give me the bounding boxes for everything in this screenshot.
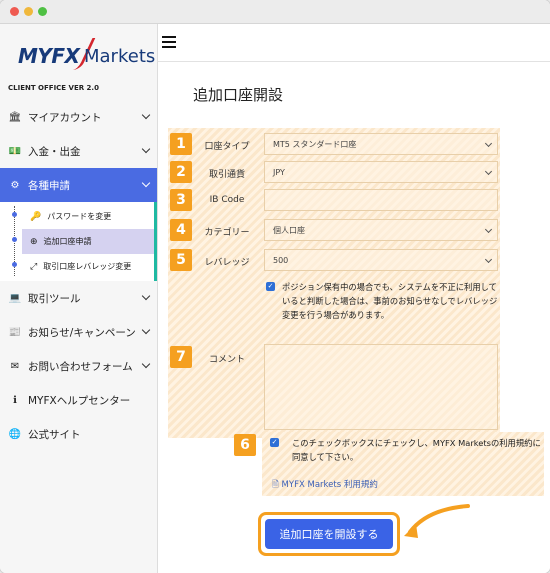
open-account-button[interactable]: 追加口座を開設する — [265, 519, 393, 549]
terms-agreement: ✓ このチェックボックスにチェックし、MYFX Marketsの利用規約に同意し… — [262, 432, 544, 496]
tree-dot — [12, 237, 17, 242]
field-label: コメント — [208, 355, 245, 365]
field-label: IB Code — [209, 195, 245, 205]
chevron-down-icon — [484, 225, 493, 234]
gears-icon: ⚙ — [10, 179, 20, 191]
sidebar: MYFX Markets CLIENT OFFICE VER 2.0 🏛 マイア… — [0, 24, 158, 573]
field-label: レバレッジ — [204, 258, 250, 268]
chevron-down-icon — [484, 255, 493, 264]
hamburger-menu-icon[interactable] — [162, 36, 176, 48]
select-value: JPY — [273, 167, 285, 177]
money-icon: 💵 — [8, 145, 22, 157]
subitem-label: 取引口座レバレッジ変更 — [43, 262, 132, 271]
account-type-select[interactable]: MT5 スタンダード口座 — [264, 133, 498, 155]
expand-icon: ⤢ — [30, 261, 38, 272]
sidebar-item-applications[interactable]: ⚙ 各種申請 — [0, 168, 157, 202]
sidebar-item-deposit[interactable]: 💵 入金・出金 — [0, 134, 157, 168]
chevron-down-icon — [141, 178, 151, 188]
close-window-button[interactable] — [10, 7, 19, 16]
top-bar — [158, 24, 550, 62]
select-value: 個人口座 — [273, 225, 305, 235]
sidebar-item-my-account[interactable]: 🏛 マイアカウント — [0, 100, 157, 134]
title-bar — [0, 0, 550, 24]
plus-circle-icon: ⊕ — [30, 236, 38, 247]
sidebar-item-label: MYFXヘルプセンター — [28, 394, 131, 407]
chevron-down-icon — [484, 167, 493, 176]
agree-text: このチェックボックスにチェックし、MYFX Marketsの利用規約に同意して下… — [292, 438, 541, 462]
ib-code-input[interactable] — [264, 189, 498, 211]
sidebar-item-label: 各種申請 — [28, 179, 70, 192]
select-value: 500 — [273, 255, 289, 265]
info-icon: ℹ — [13, 394, 17, 406]
sidebar-item-contact[interactable]: ✉ お問い合わせフォーム — [0, 349, 157, 383]
logo-sub: Markets — [84, 46, 156, 67]
leverage-note-checkbox[interactable]: ✓ — [266, 282, 275, 291]
newspaper-icon: 📰 — [8, 326, 22, 338]
field-row-leverage: 5 レバレッジ 500 — [168, 248, 500, 272]
leverage-select[interactable]: 500 — [264, 249, 498, 271]
sidebar-item-official-site[interactable]: 🌐 公式サイト — [0, 417, 157, 451]
chevron-down-icon — [141, 144, 151, 154]
field-row-currency: 2 取引通貨 JPY — [168, 160, 500, 184]
field-row-ib-code: 3 IB Code — [168, 188, 500, 212]
step-badge: 3 — [170, 189, 192, 211]
terms-link-label: MYFX Markets 利用規約 — [281, 480, 378, 490]
sidebar-item-help-center[interactable]: ℹ MYFXヘルプセンター — [0, 383, 157, 417]
chevron-down-icon — [484, 139, 493, 148]
subitem-add-account[interactable]: ⊕ 追加口座申請 — [22, 229, 154, 254]
step-badge: 5 — [170, 249, 192, 271]
sidebar-item-label: 取引ツール — [28, 292, 81, 305]
subitem-label: パスワードを変更 — [47, 212, 112, 221]
chevron-down-icon — [141, 291, 151, 301]
arrow-pointer-icon — [404, 504, 470, 538]
field-label: カテゴリー — [204, 228, 250, 238]
globe-icon: 🌐 — [8, 428, 22, 440]
step-badge: 7 — [170, 346, 192, 368]
version-label: CLIENT OFFICE VER 2.0 — [8, 84, 99, 92]
step-badge: 6 — [234, 434, 256, 456]
envelope-icon: ✉ — [10, 360, 20, 372]
chevron-down-icon — [141, 325, 151, 335]
leverage-note: ポジション保有中の場合でも、システムを不正に利用していると判断した場合は、事前の… — [282, 282, 498, 320]
field-row-category: 4 カテゴリー 個人口座 — [168, 218, 500, 242]
subitem-leverage-change[interactable]: ⤢ 取引口座レバレッジ変更 — [0, 254, 154, 279]
agree-checkbox[interactable]: ✓ — [270, 438, 279, 447]
submit-highlight: 追加口座を開設する — [258, 512, 400, 556]
field-row-account-type: 1 口座タイプ MT5 スタンダード口座 — [168, 132, 500, 156]
main-content: 追加口座開設 1 口座タイプ MT5 スタンダード口座 2 取引通貨 JPY 3 — [158, 62, 550, 573]
subitem-change-password[interactable]: 🔑 パスワードを変更 — [0, 204, 154, 229]
comment-textarea[interactable] — [264, 344, 498, 430]
logo[interactable]: MYFX Markets — [18, 38, 155, 78]
bank-icon: 🏛 — [8, 111, 22, 123]
account-form: 1 口座タイプ MT5 スタンダード口座 2 取引通貨 JPY 3 IB Cod… — [168, 128, 500, 438]
step-badge: 4 — [170, 219, 192, 241]
terms-link[interactable]: 🗎 MYFX Markets 利用規約 — [272, 478, 378, 493]
sidebar-item-label: 入金・出金 — [28, 145, 81, 158]
sidebar-item-label: お知らせ/キャンペーン — [28, 326, 136, 339]
laptop-icon: 💻 — [8, 292, 22, 304]
field-label: 口座タイプ — [204, 142, 250, 152]
field-label: 取引通貨 — [208, 170, 245, 180]
app-window: MYFX Markets CLIENT OFFICE VER 2.0 🏛 マイア… — [0, 0, 550, 573]
category-select[interactable]: 個人口座 — [264, 219, 498, 241]
subitem-label: 追加口座申請 — [43, 237, 92, 246]
sidebar-item-label: マイアカウント — [28, 111, 102, 124]
sidebar-item-news[interactable]: 📰 お知らせ/キャンペーン — [0, 315, 157, 349]
sidebar-menu: 🏛 マイアカウント 💵 入金・出金 ⚙ 各種申請 🔑 パスワードを変更 ⊕ 追加… — [0, 100, 157, 451]
step-badge: 2 — [170, 161, 192, 183]
applications-submenu: 🔑 パスワードを変更 ⊕ 追加口座申請 ⤢ 取引口座レバレッジ変更 — [0, 202, 157, 281]
currency-select[interactable]: JPY — [264, 161, 498, 183]
select-value: MT5 スタンダード口座 — [273, 139, 357, 149]
chevron-down-icon — [141, 359, 151, 369]
chevron-down-icon — [141, 110, 151, 120]
sidebar-item-trading-tools[interactable]: 💻 取引ツール — [0, 281, 157, 315]
step-badge: 1 — [170, 133, 192, 155]
minimize-window-button[interactable] — [24, 7, 33, 16]
sidebar-item-label: お問い合わせフォーム — [28, 360, 133, 373]
maximize-window-button[interactable] — [38, 7, 47, 16]
page-title: 追加口座開設 — [193, 86, 284, 104]
key-icon: 🔑 — [30, 211, 42, 222]
sidebar-item-label: 公式サイト — [28, 428, 81, 441]
